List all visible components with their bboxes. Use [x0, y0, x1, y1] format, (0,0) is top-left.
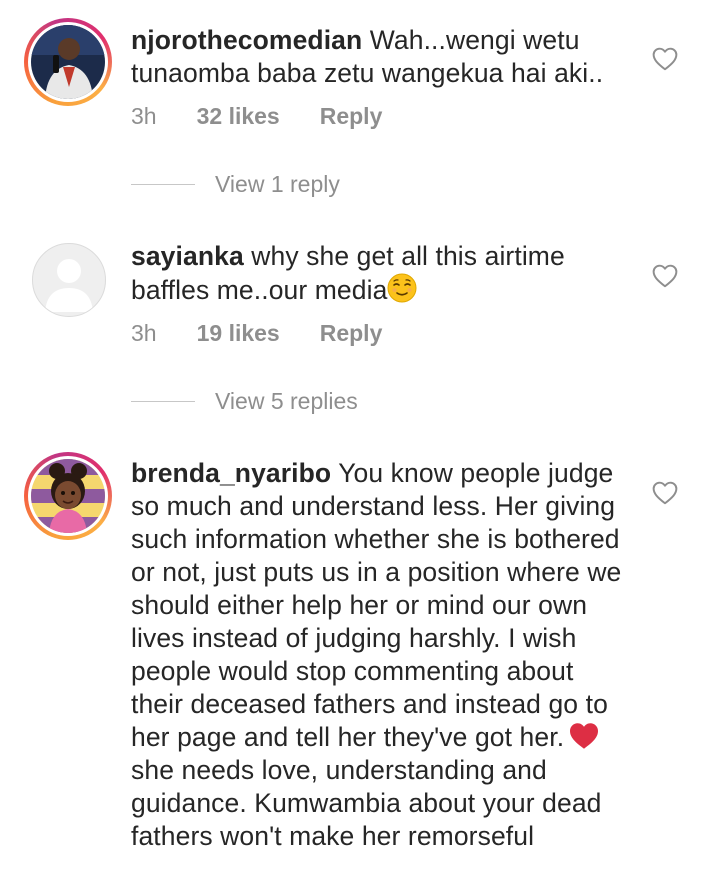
- comment-text: You know people judge so much and unders…: [131, 458, 622, 752]
- comment-body: brenda_nyaribo You know people judge so …: [131, 457, 631, 853]
- comment-brenda-nyaribo: brenda_nyaribo You know people judge so …: [0, 0, 720, 889]
- avatar-story-ring[interactable]: [24, 452, 112, 540]
- heart-outline-icon[interactable]: [652, 481, 678, 505]
- comment-username[interactable]: brenda_nyaribo: [131, 458, 331, 488]
- comment-text-continued: she needs love, understanding and guidan…: [131, 755, 602, 851]
- avatar: [31, 459, 105, 533]
- red-heart-emoji: [570, 723, 599, 749]
